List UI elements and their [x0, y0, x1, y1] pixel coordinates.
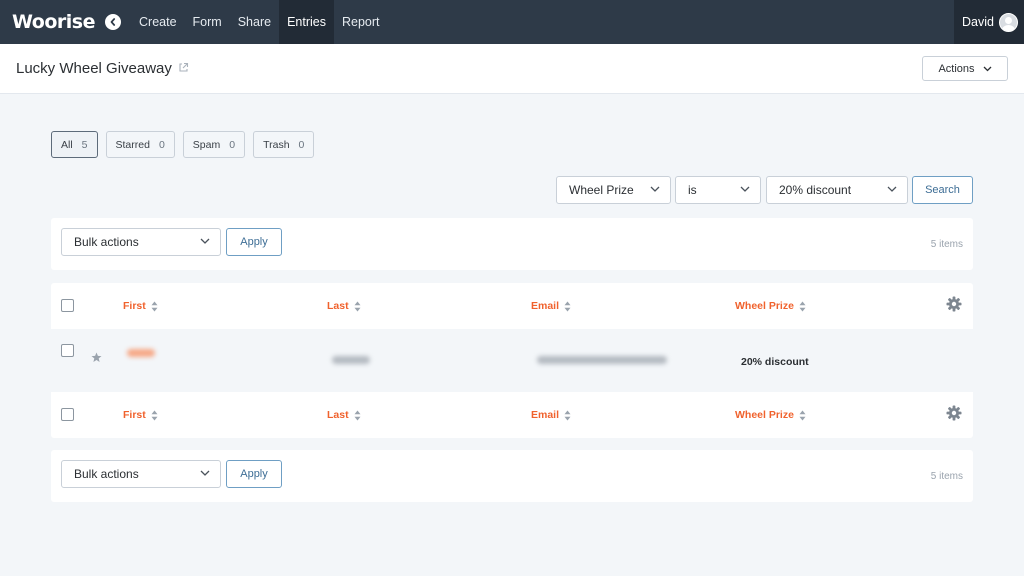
table-row[interactable]: 20% discount	[51, 329, 973, 392]
actions-label: Actions	[938, 62, 975, 75]
column-label: Last	[327, 300, 349, 312]
gear-icon[interactable]	[946, 296, 962, 312]
tab-label: Trash	[263, 138, 290, 151]
page-title: Lucky Wheel Giveaway	[16, 60, 172, 77]
tab-label: All	[61, 138, 73, 151]
column-label: Wheel Prize	[735, 409, 794, 421]
tab-starred[interactable]: Starred 0	[105, 131, 175, 158]
tab-label: Starred	[115, 138, 150, 151]
search-button[interactable]: Search	[912, 176, 973, 204]
column-header-email[interactable]: Email	[531, 300, 571, 312]
column-label: Email	[531, 300, 560, 312]
sort-icon	[354, 410, 361, 420]
sort-icon	[564, 410, 571, 420]
nav-share[interactable]: Share	[230, 0, 279, 44]
back-button[interactable]	[105, 14, 121, 30]
sort-icon	[564, 301, 571, 311]
column-header-wheel-prize[interactable]: Wheel Prize	[735, 409, 806, 421]
gear-icon[interactable]	[946, 405, 962, 421]
items-count: 5 items	[930, 239, 963, 250]
nav-form[interactable]: Form	[185, 0, 230, 44]
entry-filter-tabs: All 5 Starred 0 Spam 0 Trash 0	[51, 131, 322, 158]
wheel-prize-cell: 20% discount	[741, 356, 809, 368]
table-header-row: First Last Email Wheel Prize	[51, 283, 973, 329]
apply-button[interactable]: Apply	[226, 228, 282, 256]
bulk-actions-label: Bulk actions	[74, 235, 139, 249]
email-redacted	[537, 356, 667, 364]
sort-icon	[799, 301, 806, 311]
top-navbar: Woorise Create Form Share Entries Report…	[0, 0, 1024, 44]
bulk-actions-select[interactable]: Bulk actions	[61, 460, 221, 488]
first-name-redacted	[127, 349, 155, 357]
apply-button[interactable]: Apply	[226, 460, 282, 488]
woorise-logo[interactable]: Woorise	[12, 11, 102, 33]
sort-icon	[151, 410, 158, 420]
chevron-left-icon	[110, 18, 116, 26]
column-header-email[interactable]: Email	[531, 409, 571, 421]
column-label: Email	[531, 409, 560, 421]
search-operator-select[interactable]: is	[675, 176, 761, 204]
column-header-wheel-prize[interactable]: Wheel Prize	[735, 300, 806, 312]
actions-button[interactable]: Actions	[922, 56, 1008, 81]
page-title-wrap: Lucky Wheel Giveaway	[16, 60, 189, 77]
nav-entries[interactable]: Entries	[279, 0, 334, 44]
last-name-redacted	[332, 356, 370, 364]
bulk-actions-panel-top: Bulk actions Apply 5 items	[51, 218, 973, 270]
chevron-down-icon	[983, 66, 991, 71]
bulk-actions-label: Bulk actions	[74, 467, 139, 481]
select-all-checkbox[interactable]	[61, 299, 74, 312]
chevron-down-icon	[887, 186, 897, 192]
column-header-last[interactable]: Last	[327, 300, 361, 312]
tab-all[interactable]: All 5	[51, 131, 98, 158]
column-label: Last	[327, 409, 349, 421]
bulk-actions-panel-bottom: Bulk actions Apply 5 items	[51, 450, 973, 502]
column-label: First	[123, 409, 146, 421]
table-footer-row: First Last Email Wheel Prize	[51, 392, 973, 438]
column-label: Wheel Prize	[735, 300, 794, 312]
sort-icon	[151, 301, 158, 311]
tab-count: 0	[298, 138, 305, 151]
row-checkbox[interactable]	[61, 344, 74, 357]
bulk-actions-select[interactable]: Bulk actions	[61, 228, 221, 256]
nav-create[interactable]: Create	[131, 0, 185, 44]
tab-count: 0	[229, 138, 236, 151]
chevron-down-icon	[200, 470, 210, 476]
column-header-first[interactable]: First	[123, 300, 158, 312]
star-icon[interactable]	[91, 352, 102, 363]
search-field-value: Wheel Prize	[569, 183, 634, 197]
sort-icon	[799, 410, 806, 420]
select-all-checkbox[interactable]	[61, 408, 74, 421]
tab-count: 0	[158, 138, 165, 151]
avatar	[998, 12, 1018, 32]
entries-table: First Last Email Wheel Prize 20% discoun…	[51, 283, 973, 438]
nav-report[interactable]: Report	[334, 0, 388, 44]
tab-label: Spam	[192, 138, 221, 151]
search-value-select[interactable]: 20% discount	[766, 176, 908, 204]
tab-spam[interactable]: Spam 0	[182, 131, 246, 158]
sort-icon	[354, 301, 361, 311]
chevron-down-icon	[740, 186, 750, 192]
user-menu[interactable]: David	[954, 0, 1024, 44]
external-link-icon[interactable]	[178, 60, 189, 77]
tab-trash[interactable]: Trash 0	[253, 131, 315, 158]
column-label: First	[123, 300, 146, 312]
chevron-down-icon	[650, 186, 660, 192]
tab-count: 5	[81, 138, 88, 151]
search-value: 20% discount	[779, 183, 852, 197]
column-header-first[interactable]: First	[123, 409, 158, 421]
page-header: Lucky Wheel Giveaway Actions	[0, 44, 1024, 94]
user-name: David	[962, 15, 994, 29]
chevron-down-icon	[200, 238, 210, 244]
items-count: 5 items	[930, 471, 963, 482]
column-header-last[interactable]: Last	[327, 409, 361, 421]
search-field-select[interactable]: Wheel Prize	[556, 176, 671, 204]
search-operator-value: is	[688, 183, 697, 197]
